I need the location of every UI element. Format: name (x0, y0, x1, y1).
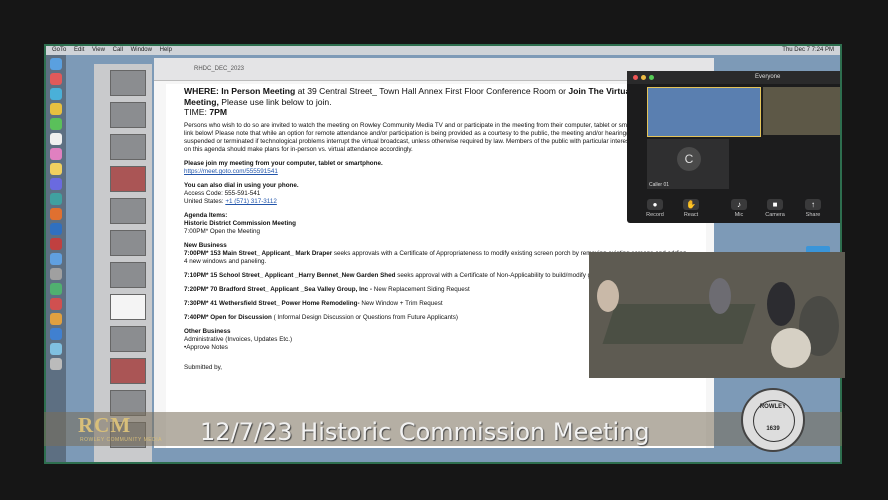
person (709, 278, 731, 314)
menu-call[interactable]: Call (113, 47, 123, 53)
finder-icon[interactable] (50, 58, 62, 70)
where-line: WHERE: In Person Meeting at 39 Central S… (184, 86, 657, 107)
page-thumbnail[interactable] (110, 358, 146, 384)
safari-icon[interactable] (50, 88, 62, 100)
new-business-heading: New Business (184, 242, 227, 249)
camera-button[interactable]: ■ Camera (761, 199, 789, 218)
page-thumbnail[interactable] (110, 198, 146, 224)
join-link[interactable]: https://meet.goto.com/555591541 (184, 168, 688, 176)
menu-edit[interactable]: Edit (74, 47, 84, 53)
close-icon[interactable] (633, 75, 638, 80)
share-button[interactable]: ↑ Share (799, 199, 827, 218)
page-thumbnails (94, 64, 152, 462)
app-icon[interactable] (50, 253, 62, 265)
notes-icon[interactable] (50, 163, 62, 175)
meeting-controls: ● Record ✋ React ♪ Mic ■ Camera ↑ Share (641, 199, 836, 221)
maximize-icon[interactable] (649, 75, 654, 80)
page-thumbnail[interactable] (110, 134, 146, 160)
person (771, 328, 811, 368)
room-camera-feed (589, 252, 845, 378)
app-icon[interactable] (50, 178, 62, 190)
app-icon[interactable] (50, 313, 62, 325)
microphone-icon: ♪ (731, 199, 747, 210)
join-heading: Please join my meeting from your compute… (184, 160, 383, 167)
broadcast-caption: 12/7/23 Historic Commission Meeting (200, 418, 650, 446)
minimize-icon[interactable] (641, 75, 646, 80)
menu-goto[interactable]: GoTo (52, 47, 66, 53)
person (597, 280, 619, 312)
react-button[interactable]: ✋ React (677, 199, 705, 218)
caller-tile[interactable]: C Caller 01 (647, 139, 729, 189)
app-icon[interactable] (50, 343, 62, 355)
public-notice: Persons who wish to do so are invited to… (184, 122, 688, 153)
caller-avatar: C (677, 147, 701, 171)
menu-help[interactable]: Help (160, 47, 172, 53)
menu-bar: GoTo Edit View Call Window Help Thu Dec … (46, 46, 840, 55)
app-icon[interactable] (50, 208, 62, 220)
record-button[interactable]: ● Record (641, 199, 669, 218)
page-thumbnail[interactable] (110, 326, 146, 352)
page-thumbnail[interactable] (110, 70, 146, 96)
participant-video-tile[interactable] (763, 87, 840, 135)
menu-window[interactable]: Window (131, 47, 152, 53)
station-logo: RCM (78, 413, 132, 437)
menu-view[interactable]: View (92, 47, 105, 53)
conference-table (602, 304, 756, 344)
share-icon: ↑ (805, 199, 821, 210)
dial-heading: You can also dial in using your phone. (184, 182, 299, 189)
caller-label: Caller 01 (649, 182, 670, 188)
commission-heading: Historic District Commission Meeting (184, 220, 296, 227)
trash-icon[interactable] (50, 358, 62, 370)
camera-icon: ■ (767, 199, 783, 210)
record-icon: ● (647, 199, 663, 210)
shared-screen-tile[interactable] (647, 87, 761, 137)
app-icon[interactable] (50, 328, 62, 340)
page-thumbnail[interactable] (110, 262, 146, 288)
app-icon[interactable] (50, 283, 62, 295)
mail-icon[interactable] (50, 73, 62, 85)
calendar-icon[interactable] (50, 133, 62, 145)
station-logo-subtitle: ROWLEY COMMUNITY MEDIA (80, 437, 162, 443)
photos-icon[interactable] (50, 148, 62, 160)
app-icon[interactable] (50, 193, 62, 205)
app-icon[interactable] (50, 223, 62, 235)
us-phone-line: United States: +1 (571) 317-3112 (184, 198, 277, 205)
clock: Thu Dec 7 7:24 PM (782, 47, 834, 53)
page-thumbnail[interactable] (110, 166, 146, 192)
time-line: TIME: 7PM (184, 107, 227, 117)
mic-button[interactable]: ♪ Mic (725, 199, 753, 218)
hand-icon: ✋ (683, 199, 699, 210)
page-thumbnail[interactable] (110, 230, 146, 256)
meeting-window: Everyone C Caller 01 ● Record ✋ React ♪ Mic… (627, 71, 840, 223)
app-icon[interactable] (50, 268, 62, 280)
access-code: Access Code: 555-591-541 (184, 190, 261, 197)
app-icon[interactable] (50, 238, 62, 250)
open-meeting: 7:00PM* Open the Meeting (184, 228, 260, 235)
agenda-heading: Agenda Items: (184, 212, 228, 219)
document-title: RHDC_DEC_2023 (194, 66, 245, 72)
app-icon[interactable] (50, 298, 62, 310)
messages-icon[interactable] (50, 118, 62, 130)
chrome-icon[interactable] (50, 103, 62, 115)
meeting-titlebar: Everyone (627, 71, 840, 84)
town-seal: ROWLEY 1639 (741, 388, 805, 452)
page-thumbnail[interactable] (110, 102, 146, 128)
view-selector[interactable]: Everyone (755, 74, 780, 80)
person (767, 282, 795, 326)
page-thumbnail[interactable] (110, 294, 146, 320)
dock (46, 55, 66, 462)
